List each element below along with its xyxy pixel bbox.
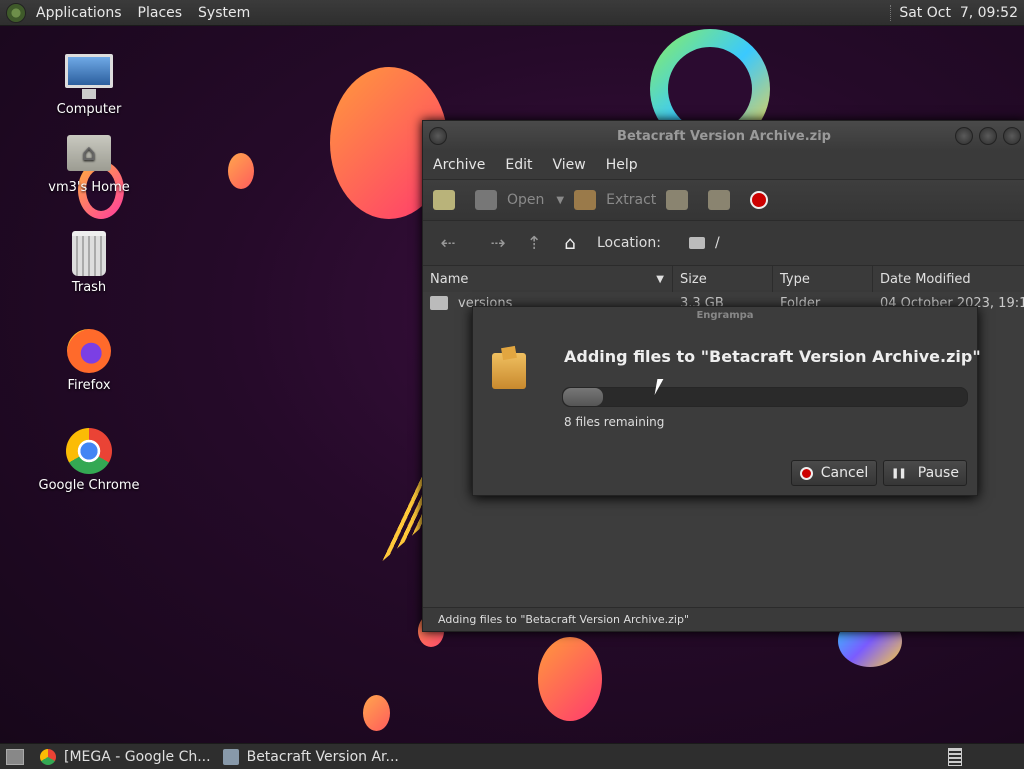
menu-view[interactable]: View — [543, 157, 596, 173]
add-files-button[interactable] — [666, 190, 698, 210]
firefox-icon — [67, 329, 111, 373]
dialog-title: Engrampa — [696, 310, 754, 321]
menubar: Archive Edit View Help — [423, 151, 1024, 179]
menu-applications[interactable]: Applications — [28, 5, 130, 21]
open-icon — [475, 190, 497, 210]
bottom-taskbar: [MEGA - Google Ch... Betacraft Version A… — [0, 743, 1024, 769]
cancel-label: Cancel — [820, 465, 869, 481]
sort-down-icon: ▼ — [656, 273, 664, 285]
open-label: Open — [507, 192, 545, 208]
folder-icon — [688, 237, 705, 249]
desktop-icon-firefox[interactable]: Firefox — [34, 326, 144, 393]
close-button[interactable] — [1003, 127, 1021, 145]
folder-icon — [430, 296, 448, 310]
progress-bar — [562, 387, 968, 407]
progress-bar-fill — [563, 388, 604, 406]
chrome-icon — [66, 428, 112, 474]
extract-label: Extract — [606, 192, 657, 208]
desktop-icon-label: Computer — [56, 102, 122, 117]
maximize-button[interactable] — [979, 127, 997, 145]
menu-help[interactable]: Help — [596, 157, 648, 173]
archive-manager-icon — [222, 748, 239, 765]
new-archive-button[interactable] — [433, 190, 465, 210]
desktop-icon-label: Firefox — [67, 378, 111, 393]
stop-icon — [750, 191, 769, 209]
column-size[interactable]: Size — [673, 266, 773, 292]
desktop-icon-label: Trash — [71, 280, 107, 295]
show-desktop-icon[interactable] — [6, 748, 24, 765]
package-icon — [492, 353, 526, 389]
column-name[interactable]: Name ▼ — [423, 266, 673, 292]
wallpaper-stripes — [378, 457, 428, 565]
menu-places[interactable]: Places — [130, 5, 191, 21]
pause-icon: ❚❚ — [891, 467, 907, 479]
status-bar: Adding files to "Betacraft Version Archi… — [423, 607, 1024, 631]
extract-button[interactable]: Extract — [574, 190, 656, 210]
extract-icon — [574, 190, 597, 210]
toolbar: Open ▼ Extract — [423, 179, 1024, 221]
minimize-button[interactable] — [955, 127, 973, 145]
menu-archive[interactable]: Archive — [423, 157, 495, 173]
location-label: Location: — [597, 235, 661, 251]
new-archive-icon — [433, 190, 455, 210]
mate-logo-icon[interactable] — [6, 2, 26, 23]
desktop-icon-computer[interactable]: Computer — [34, 46, 144, 117]
files-remaining-text: 8 files remaining — [564, 415, 665, 429]
up-arrow-icon[interactable]: ⇡ — [523, 233, 545, 254]
home-folder-icon: ⌂ — [67, 135, 111, 171]
forward-arrow-icon[interactable]: ⇢ — [487, 233, 509, 254]
location-bar: ⇠ ⇢ ⇡ ⌂ Location: / — [423, 221, 1024, 265]
add-folder-icon — [708, 190, 731, 210]
window-title: Betacraft Version Archive.zip — [617, 128, 831, 144]
clock[interactable]: Sat Oct 7, 09:52 — [890, 4, 1018, 21]
location-value: / — [714, 235, 720, 251]
column-name-label: Name — [430, 271, 469, 287]
computer-icon — [65, 54, 113, 99]
wallpaper-shape — [228, 153, 254, 189]
stop-button[interactable] — [750, 191, 769, 209]
menu-system[interactable]: System — [190, 5, 258, 21]
wallpaper-shape — [363, 695, 390, 731]
task-archive[interactable]: Betacraft Version Ar... — [222, 748, 399, 765]
desktop-icon-label: Google Chrome — [38, 478, 140, 493]
task-label: Betacraft Version Ar... — [246, 748, 399, 765]
menu-edit[interactable]: Edit — [495, 157, 542, 173]
window-menu-button[interactable] — [429, 127, 447, 145]
dialog-heading: Adding files to "Betacraft Version Archi… — [564, 347, 981, 366]
task-chrome[interactable]: [MEGA - Google Ch... — [40, 748, 211, 765]
desktop-icon-chrome[interactable]: Google Chrome — [34, 426, 144, 493]
pause-label: Pause — [917, 465, 959, 481]
add-folder-button[interactable] — [708, 190, 740, 210]
desktop-icon-trash[interactable]: Trash — [34, 228, 144, 295]
add-files-icon — [666, 190, 689, 210]
column-date[interactable]: Date Modified — [873, 266, 1024, 292]
column-type[interactable]: Type — [773, 266, 873, 292]
home-icon[interactable]: ⌂ — [559, 233, 581, 254]
back-arrow-icon[interactable]: ⇠ — [437, 233, 459, 254]
task-label: [MEGA - Google Ch... — [64, 748, 211, 765]
open-dropdown-icon[interactable]: ▼ — [556, 195, 564, 206]
wallpaper-shape — [538, 637, 602, 721]
pause-button[interactable]: ❚❚ Pause — [883, 460, 967, 486]
progress-dialog: Engrampa Adding files to "Betacraft Vers… — [472, 306, 981, 496]
chrome-icon — [40, 748, 56, 765]
cancel-icon — [799, 466, 813, 480]
top-panel: Applications Places System Sat Oct 7, 09… — [0, 0, 1024, 26]
desktop-icon-label: vm3's Home — [48, 180, 130, 195]
workspace-switcher-icon[interactable] — [948, 747, 962, 766]
file-list-header: Name ▼ Size Type Date Modified — [423, 265, 1024, 292]
window-titlebar[interactable]: Betacraft Version Archive.zip — [423, 121, 1024, 151]
open-button[interactable]: Open ▼ — [475, 190, 564, 210]
desktop-icon-home[interactable]: ⌂ vm3's Home — [34, 128, 144, 195]
trash-icon — [72, 230, 106, 276]
cancel-button[interactable]: Cancel — [791, 460, 877, 486]
location-field[interactable]: / — [683, 229, 1017, 257]
